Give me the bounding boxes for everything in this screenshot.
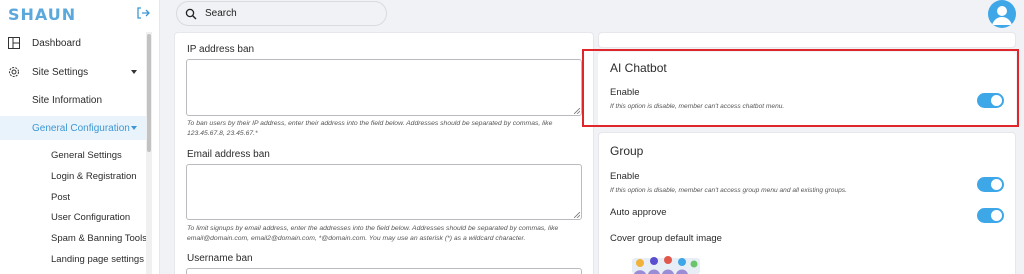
chevron-down-icon	[131, 126, 137, 130]
cover-group-image[interactable]	[626, 252, 706, 274]
group-auto-approve-toggle[interactable]	[977, 208, 1004, 223]
sidebar-item-label: Site Settings	[32, 66, 89, 78]
group-auto-approve-label: Auto approve	[610, 207, 667, 218]
sidebar-item-dashboard[interactable]: Dashboard	[0, 31, 146, 55]
cover-group-label: Cover group default image	[610, 233, 722, 244]
search-input[interactable]: Search	[176, 1, 387, 26]
group-enable-toggle[interactable]	[977, 177, 1004, 192]
dashboard-icon	[7, 36, 21, 50]
sidebar-item-site-settings[interactable]: Site Settings	[0, 60, 146, 84]
sidebar-item-spam-banning-tools[interactable]: Spam & Banning Tools	[51, 233, 147, 244]
sidebar-item-general-settings[interactable]: General Settings	[51, 150, 122, 161]
sidebar-item-label: Dashboard	[32, 37, 81, 49]
resize-handle-icon[interactable]	[574, 108, 580, 114]
search-icon	[185, 8, 197, 19]
sidebar-item-user-configuration[interactable]: User Configuration	[51, 212, 130, 223]
group-title: Group	[610, 144, 644, 158]
highlight-box	[582, 49, 1019, 127]
email-ban-hint: To limit signups by email address, enter…	[187, 225, 559, 242]
user-avatar[interactable]	[988, 0, 1016, 28]
settings-card-top	[598, 32, 1016, 48]
sidebar-item-post[interactable]: Post	[51, 192, 70, 203]
sidebar-item-label: General Configuration	[32, 122, 130, 134]
search-placeholder: Search	[205, 8, 237, 19]
group-enable-hint: If this option is disable, member can't …	[610, 187, 847, 194]
app-logo[interactable]: SHAUN	[8, 5, 76, 24]
email-ban-label: Email address ban	[187, 149, 270, 160]
user-icon	[992, 6, 1012, 25]
email-ban-textarea[interactable]	[186, 164, 582, 220]
chevron-down-icon	[131, 70, 137, 74]
logout-icon[interactable]	[136, 6, 150, 20]
username-ban-textarea[interactable]	[186, 268, 582, 274]
ip-ban-label: IP address ban	[187, 44, 255, 55]
sidebar-scrollbar-thumb[interactable]	[147, 34, 151, 152]
sidebar-item-general-configuration[interactable]: General Configuration	[0, 116, 146, 140]
group-enable-label: Enable	[610, 171, 640, 182]
sidebar: SHAUN Dashboard Site Settings Site Infor…	[0, 0, 160, 274]
sidebar-item-login-registration[interactable]: Login & Registration	[51, 171, 137, 182]
ip-ban-hint: To ban users by their IP address, enter …	[187, 120, 553, 137]
sidebar-item-site-information[interactable]: Site Information	[32, 95, 102, 106]
ip-ban-textarea[interactable]	[186, 59, 582, 116]
username-ban-label: Username ban	[187, 253, 253, 264]
gear-icon	[7, 65, 21, 79]
sidebar-item-landing-page-settings[interactable]: Landing page settings	[51, 254, 144, 265]
resize-handle-icon[interactable]	[574, 212, 580, 218]
